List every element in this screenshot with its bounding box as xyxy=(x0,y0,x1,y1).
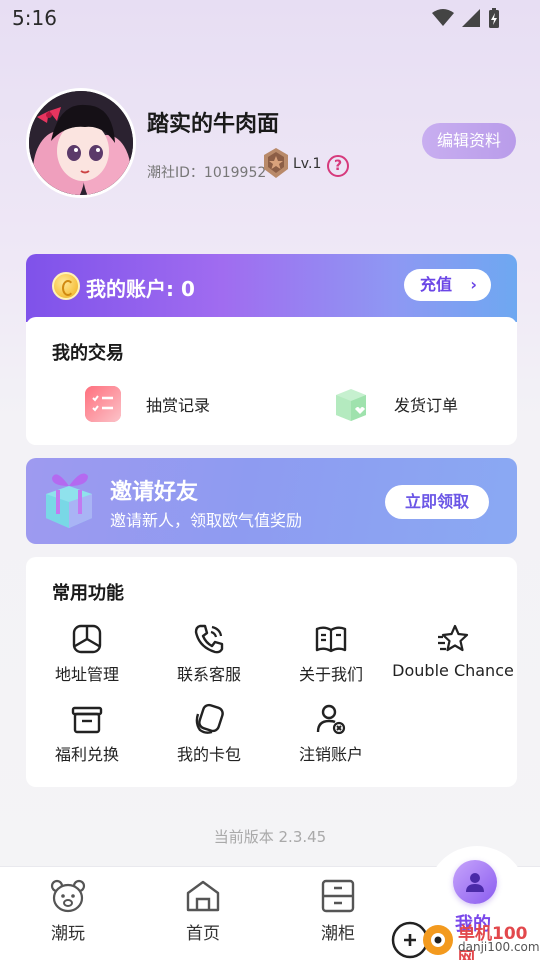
cabinet-icon xyxy=(321,879,355,913)
app-version: 当前版本 2.3.45 xyxy=(213,828,327,846)
book-icon xyxy=(315,626,347,653)
user-id: 潮社ID：1019952 xyxy=(147,165,267,181)
function-support[interactable]: 联系客服 xyxy=(148,623,270,685)
signal-icon xyxy=(462,9,480,27)
common-functions: 常用功能 地址管理 联系客服 关于我们 Double Chance 福利兑换 我… xyxy=(26,557,517,787)
status-icons xyxy=(432,8,500,28)
function-double-chance[interactable]: Double Chance xyxy=(392,623,514,680)
address-icon xyxy=(72,624,102,654)
draw-records-item[interactable]: 抽赏记录 xyxy=(84,385,210,423)
function-label: 地址管理 xyxy=(54,665,119,684)
function-label: 关于我们 xyxy=(298,665,363,684)
avatar[interactable] xyxy=(26,88,136,198)
tab-label: 首页 xyxy=(186,924,220,944)
invite-banner[interactable]: 邀请好友 邀请新人，领取欧气值奖励 立即领取 xyxy=(26,458,517,544)
star-icon xyxy=(438,624,469,652)
status-time: 5:16 xyxy=(12,6,57,30)
watermark-url: danji100.com xyxy=(458,940,540,954)
level-label: Lv.1 xyxy=(293,156,322,172)
functions-title: 常用功能 xyxy=(52,583,124,604)
cards-icon xyxy=(195,703,224,734)
bear-icon xyxy=(50,879,86,913)
list-icon xyxy=(85,386,121,422)
trade-section: 我的交易 抽赏记录 发货订单 xyxy=(26,317,517,445)
home-icon xyxy=(186,880,220,912)
account-header: 我的账户: 0 充值 › xyxy=(26,254,517,322)
username: 踏实的牛肉面 xyxy=(147,112,280,137)
function-welfare[interactable]: 福利兑换 xyxy=(26,703,148,765)
recharge-label: 充值 xyxy=(420,275,453,294)
tab-home[interactable]: 首页 xyxy=(163,879,243,944)
package-icon xyxy=(336,389,366,421)
invite-title: 邀请好友 xyxy=(110,480,199,505)
profile-header: 踏实的牛肉面 潮社ID：1019952 Lv.1 ? 编辑资料 xyxy=(0,80,540,210)
claim-button[interactable]: 立即领取 xyxy=(385,485,489,519)
invite-subtitle: 邀请新人，领取欧气值奖励 xyxy=(110,511,303,530)
chevron-right-icon: › xyxy=(470,275,477,294)
tab-label: 潮柜 xyxy=(321,924,355,944)
help-icon[interactable]: ? xyxy=(327,155,349,177)
account-card: 我的账户: 0 充值 › 我的交易 抽赏记录 发货订单 xyxy=(26,254,517,445)
function-address[interactable]: 地址管理 xyxy=(26,623,148,685)
trade-item-label: 抽赏记录 xyxy=(146,396,211,415)
avatar-illustration xyxy=(29,91,133,195)
function-label: 联系客服 xyxy=(176,665,241,684)
level-badge-icon xyxy=(264,148,288,178)
gift-icon xyxy=(46,473,92,528)
account-balance: 我的账户: 0 xyxy=(86,277,195,301)
recharge-button[interactable]: 充值 › xyxy=(404,269,491,301)
tab-mine[interactable] xyxy=(453,860,497,904)
gift-box-icon xyxy=(71,706,103,734)
function-label: 福利兑换 xyxy=(54,745,119,764)
status-bar: 5:16 xyxy=(0,0,540,36)
wifi-icon xyxy=(432,9,454,26)
user-remove-icon xyxy=(316,704,346,735)
function-label: 注销账户 xyxy=(298,745,363,764)
function-delete-account[interactable]: 注销账户 xyxy=(270,703,392,765)
trade-item-label: 发货订单 xyxy=(394,396,459,415)
edit-profile-button[interactable]: 编辑资料 xyxy=(422,123,516,159)
function-card-wallet[interactable]: 我的卡包 xyxy=(148,703,270,765)
function-label: 我的卡包 xyxy=(176,745,241,764)
trade-title: 我的交易 xyxy=(52,343,124,364)
tab-label: 潮玩 xyxy=(51,924,85,944)
tab-play[interactable]: 潮玩 xyxy=(28,879,108,944)
function-label: Double Chance xyxy=(392,661,514,680)
user-icon xyxy=(466,873,484,892)
shipping-orders-item[interactable]: 发货订单 xyxy=(332,385,458,423)
phone-icon xyxy=(194,624,224,654)
function-about[interactable]: 关于我们 xyxy=(270,623,392,685)
coin-icon xyxy=(52,272,80,300)
battery-icon xyxy=(489,8,499,28)
tab-cabinet[interactable]: 潮柜 xyxy=(298,879,378,944)
